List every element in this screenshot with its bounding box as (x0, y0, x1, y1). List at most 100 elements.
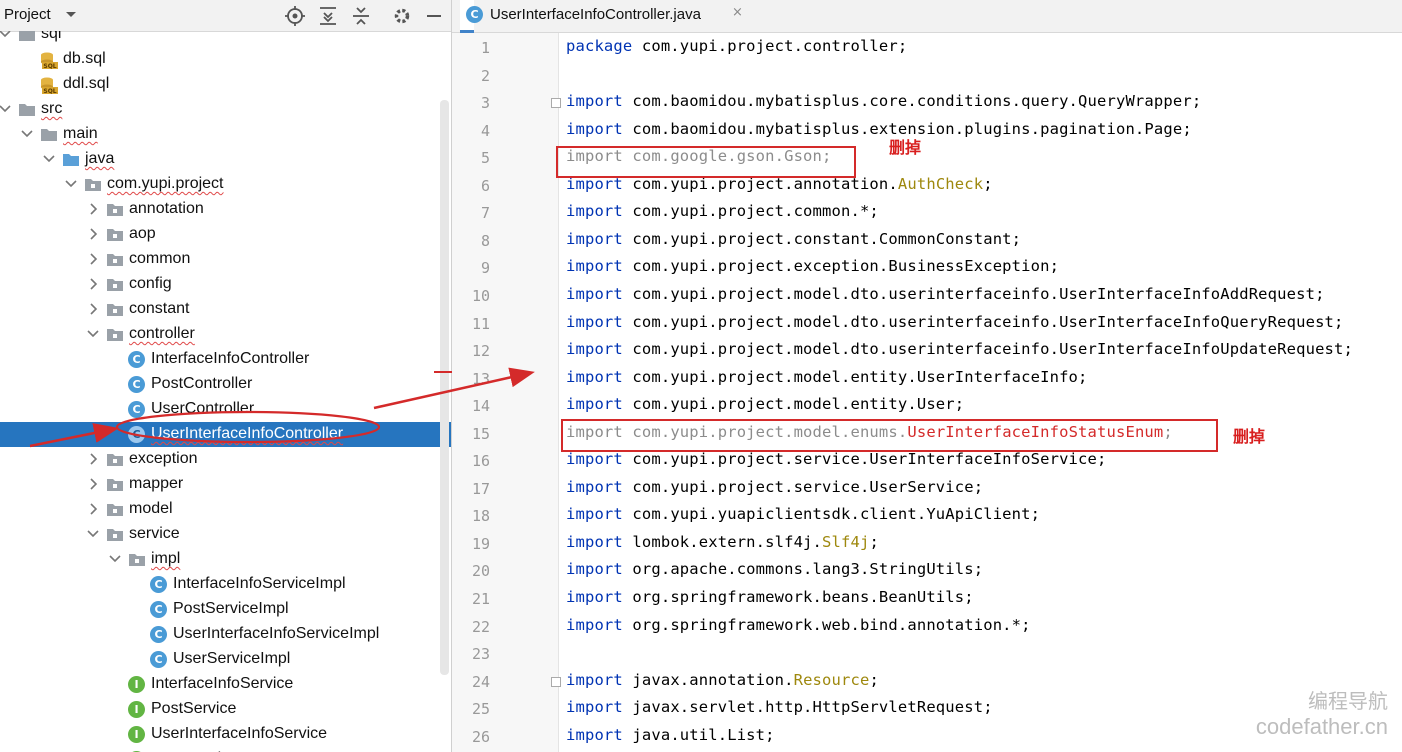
keyword: import (566, 312, 623, 331)
tree-item[interactable]: C InterfaceInfoServiceImpl (0, 572, 440, 597)
tree-item-label: controller (129, 325, 195, 342)
locate-icon[interactable] (284, 5, 306, 27)
code-line: import com.yupi.project.service.UserServ… (566, 478, 983, 496)
chevron-down-icon[interactable] (0, 102, 12, 116)
line-number: 8 (480, 231, 490, 250)
collapse-all-icon[interactable] (350, 5, 372, 27)
chevron-down-icon[interactable] (20, 127, 34, 141)
code-line: import com.yupi.project.constant.CommonC… (566, 230, 1021, 248)
code-text: com.yupi.project.controller; (632, 37, 908, 55)
chevron-right-icon[interactable] (86, 477, 100, 491)
chevron-right-icon[interactable] (86, 452, 100, 466)
chevron-right-icon[interactable] (86, 502, 100, 516)
line-number: 2 (480, 66, 490, 85)
tree-item[interactable]: C UserController (0, 397, 440, 422)
svg-text:SQL: SQL (43, 88, 56, 94)
code-line: import com.yupi.project.model.entity.Use… (566, 395, 964, 413)
chevron-right-icon[interactable] (86, 252, 100, 266)
fold-marker-icon[interactable] (551, 98, 561, 109)
tree-item-label: PostController (151, 375, 253, 392)
code-text: javax.servlet.http.HttpServletRequest; (622, 698, 993, 717)
code-text: java.util.List; (622, 725, 775, 744)
tree-item[interactable]: sql (0, 31, 440, 47)
tree-item[interactable]: annotation (0, 197, 440, 222)
tab-label: UserInterfaceInfoController.java (490, 6, 701, 23)
keyword: import (566, 119, 623, 138)
tree-item[interactable]: com.yupi.project (0, 172, 440, 197)
chevron-down-icon[interactable] (86, 527, 100, 541)
code-text: ; (869, 532, 879, 551)
expand-all-icon[interactable] (317, 5, 339, 27)
tree-item[interactable]: mapper (0, 472, 440, 497)
editor-tab-bar: C UserInterfaceInfoController.java × (452, 0, 1402, 33)
chevron-right-icon[interactable] (86, 302, 100, 316)
chevron-down-icon[interactable] (64, 177, 78, 191)
annotation-name: Resource (793, 670, 870, 689)
code-editor: C UserInterfaceInfoController.java × 123… (452, 0, 1402, 752)
highlight-box-status-enum (561, 419, 1218, 452)
fold-marker-icon[interactable] (551, 676, 561, 687)
chevron-right-icon[interactable] (86, 227, 100, 241)
tree-item-label: service (129, 525, 180, 542)
tree-item[interactable]: java (0, 147, 440, 172)
tree-item[interactable]: config (0, 272, 440, 297)
tree-item[interactable]: C PostController (0, 372, 440, 397)
tree-item[interactable]: C PostServiceImpl (0, 597, 440, 622)
line-number: 11 (471, 314, 490, 333)
keyword: import (566, 367, 623, 386)
minimize-icon[interactable] (423, 5, 445, 27)
tree-item[interactable]: I UserInterfaceInfoService (0, 722, 440, 747)
line-number: 5 (480, 149, 490, 168)
tree-item[interactable]: aop (0, 222, 440, 247)
tree-item[interactable]: SQL db.sql (0, 47, 440, 72)
gear-icon[interactable] (391, 5, 413, 27)
tree-item[interactable]: exception (0, 447, 440, 472)
tab-user-interface-info-controller[interactable]: C UserInterfaceInfoController.java × (460, 0, 743, 33)
tree-item-label: mapper (129, 475, 184, 492)
package-icon (107, 479, 123, 491)
code-text: org.apache.commons.lang3.StringUtils; (622, 560, 984, 579)
tree-item[interactable]: C UserServiceImpl (0, 647, 440, 672)
class-icon: C (128, 376, 145, 393)
code-line: import com.yupi.project.service.UserInte… (566, 450, 1106, 468)
tree-item[interactable]: C InterfaceInfoController (0, 347, 440, 372)
chevron-down-icon[interactable] (0, 31, 12, 41)
tree-item[interactable]: IUserService (0, 747, 440, 752)
tree-item[interactable]: service (0, 522, 440, 547)
tree-item[interactable]: I InterfaceInfoService (0, 672, 440, 697)
folder-icon (19, 104, 35, 116)
tree-item[interactable]: controller (0, 322, 440, 347)
code-line: import com.baomidou.mybatisplus.core.con… (566, 92, 1201, 110)
line-number-gutter: 1 2 3 4 5 6 7 8 9 10 11 12 13 14 15 16 17 18 19 20 21 22 23 24 2… (452, 33, 561, 752)
tree-scrollbar[interactable] (440, 100, 449, 675)
chevron-down-icon[interactable] (86, 327, 100, 341)
tree-item[interactable]: model (0, 497, 440, 522)
chevron-down-icon[interactable] (42, 152, 56, 166)
tree-item[interactable]: SQL ddl.sql (0, 72, 440, 97)
code-line: import java.util.List; (566, 726, 775, 744)
chevron-right-icon[interactable] (86, 202, 100, 216)
project-panel-header: Project (0, 0, 451, 32)
tree-item[interactable]: constant (0, 297, 440, 322)
code-line: import com.yupi.project.model.dto.userin… (566, 313, 1344, 331)
tree-item-label: config (129, 275, 172, 292)
tree-item-label: UserInterfaceInfoServiceImpl (173, 625, 380, 642)
chevron-down-icon[interactable] (108, 552, 122, 566)
code-text: com.yupi.project.service.UserInterfaceIn… (622, 450, 1107, 469)
chevron-right-icon[interactable] (86, 277, 100, 291)
tree-item-label: UserController (151, 400, 255, 417)
tree-item[interactable]: I PostService (0, 697, 440, 722)
code-line: import javax.servlet.http.HttpServletReq… (566, 698, 993, 716)
project-view-selector[interactable]: Project (4, 6, 77, 23)
tree-item-label: InterfaceInfoController (151, 350, 310, 367)
close-icon[interactable]: × (732, 5, 743, 20)
line-number: 18 (471, 507, 490, 526)
tree-item[interactable]: src (0, 97, 440, 122)
tree-item[interactable]: C UserInterfaceInfoServiceImpl (0, 622, 440, 647)
tree-item[interactable]: C UserInterfaceInfoController (0, 422, 451, 447)
tree-item[interactable]: common (0, 247, 440, 272)
keyword: import (566, 92, 623, 111)
tree-item[interactable]: main (0, 122, 440, 147)
tree-item[interactable]: impl (0, 547, 440, 572)
tree-item-label: com.yupi.project (107, 175, 224, 192)
